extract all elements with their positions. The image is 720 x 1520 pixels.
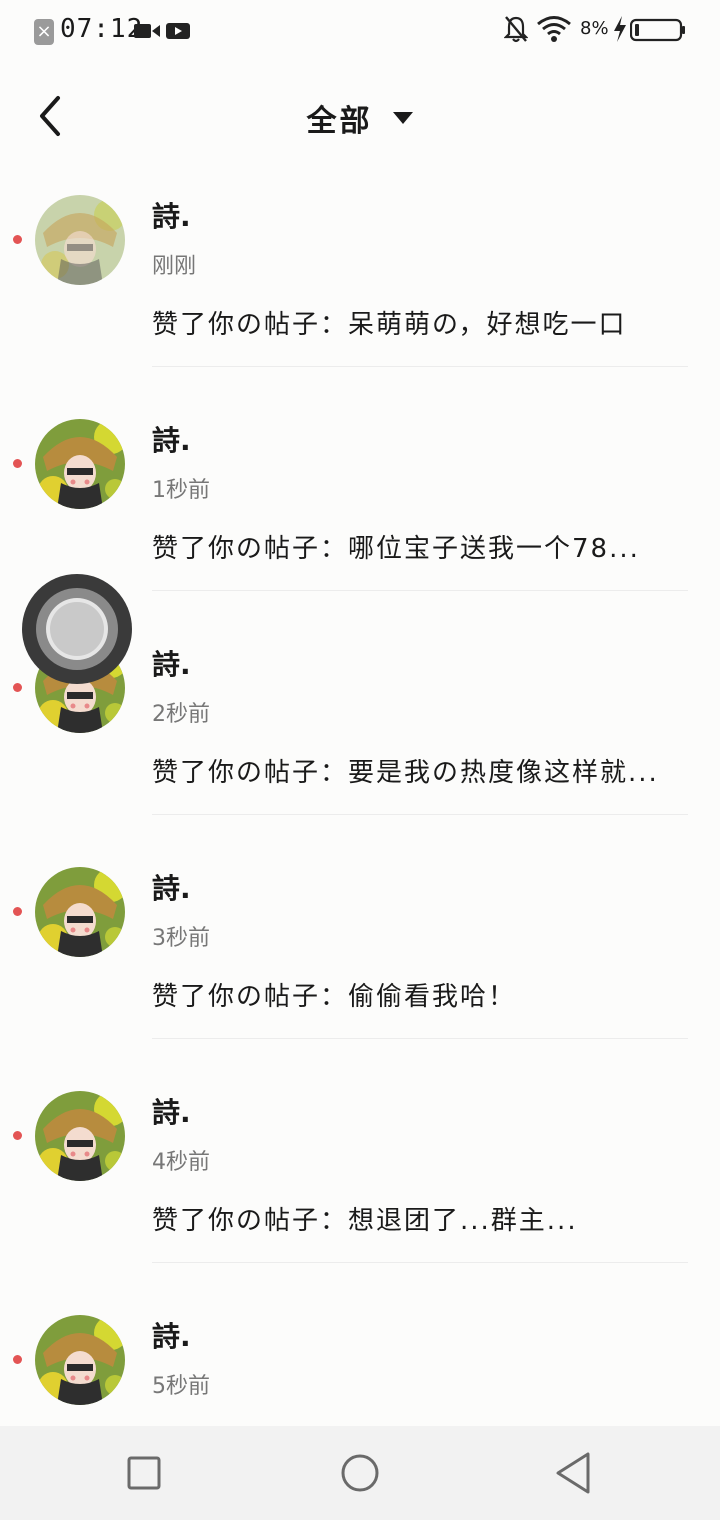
floating-assistive-button[interactable] [22,574,132,684]
notification-text: 赞了你の帖子：偷偷看我哈！ [152,982,517,1012]
battery-percent: 8% [580,18,609,39]
timestamp: 5秒前 [152,1374,210,1399]
notification-text: 赞了你の帖子：想退团了...群主... [152,1206,578,1236]
status-bar: × 07:12 8% [0,0,720,64]
recents-square-icon[interactable] [124,1450,164,1496]
charging-icon [614,16,626,42]
wifi-icon [537,16,571,42]
notification-x-icon: × [34,19,54,45]
user-name: 詩. [152,648,191,681]
divider [152,1038,688,1039]
avatar-image [35,1315,125,1405]
unread-dot [13,235,22,244]
timestamp: 3秒前 [152,926,210,951]
list-item[interactable]: 詩. 3秒前 赞了你の帖子：偷偷看我哈！ [0,859,720,1083]
timestamp: 1秒前 [152,478,210,503]
battery-icon [630,18,685,42]
divider [152,1262,688,1263]
assistive-center [50,602,104,656]
list-item[interactable]: 詩. 刚刚 赞了你の帖子：呆萌萌の，好想吃一口 [0,187,720,411]
avatar-image [35,1091,125,1181]
timestamp: 刚刚 [152,254,197,279]
user-name: 詩. [152,1096,191,1129]
user-name: 詩. [152,1320,191,1353]
divider [152,590,688,591]
avatar[interactable] [35,1315,125,1405]
avatar[interactable] [35,867,125,957]
avatar[interactable] [35,195,125,285]
status-time: 07:12 [60,14,144,44]
notification-text: 赞了你の帖子：要是我の热度像这样就... [152,758,659,788]
divider [152,366,688,367]
back-triangle-icon[interactable] [554,1450,594,1496]
unread-dot [13,459,22,468]
unread-dot [13,1131,22,1140]
list-item[interactable]: 詩. 4秒前 赞了你の帖子：想退团了...群主... [0,1083,720,1307]
divider [152,814,688,815]
user-name: 詩. [152,872,191,905]
notification-text: 赞了你の帖子：呆萌萌の，好想吃一口 [152,310,627,340]
dropdown-caret-icon [392,112,413,124]
avatar[interactable] [35,419,125,509]
timestamp: 2秒前 [152,702,210,727]
video-icon [134,24,160,38]
unread-dot [13,683,22,692]
avatar[interactable] [35,1091,125,1181]
header: 全部 [0,64,720,174]
home-circle-icon[interactable] [338,1450,382,1496]
user-name: 詩. [152,200,191,233]
avatar-image [35,419,125,509]
timestamp: 4秒前 [152,1150,210,1175]
avatar-image [35,195,125,285]
unread-dot [13,907,22,916]
avatar-image [35,867,125,957]
unread-dot [13,1355,22,1364]
filter-dropdown[interactable]: 全部 [0,96,720,140]
system-navigation-bar [0,1426,720,1520]
page-title: 全部 [306,104,373,139]
notification-text: 赞了你の帖子：哪位宝子送我一个78... [152,534,640,564]
video-play-icon [166,23,190,39]
silent-bell-icon [504,16,528,43]
user-name: 詩. [152,424,191,457]
notification-screen: × 07:12 8% 全部 詩. 刚刚 赞了你の帖子：呆萌萌の，好想吃一口 詩.… [0,0,720,1520]
